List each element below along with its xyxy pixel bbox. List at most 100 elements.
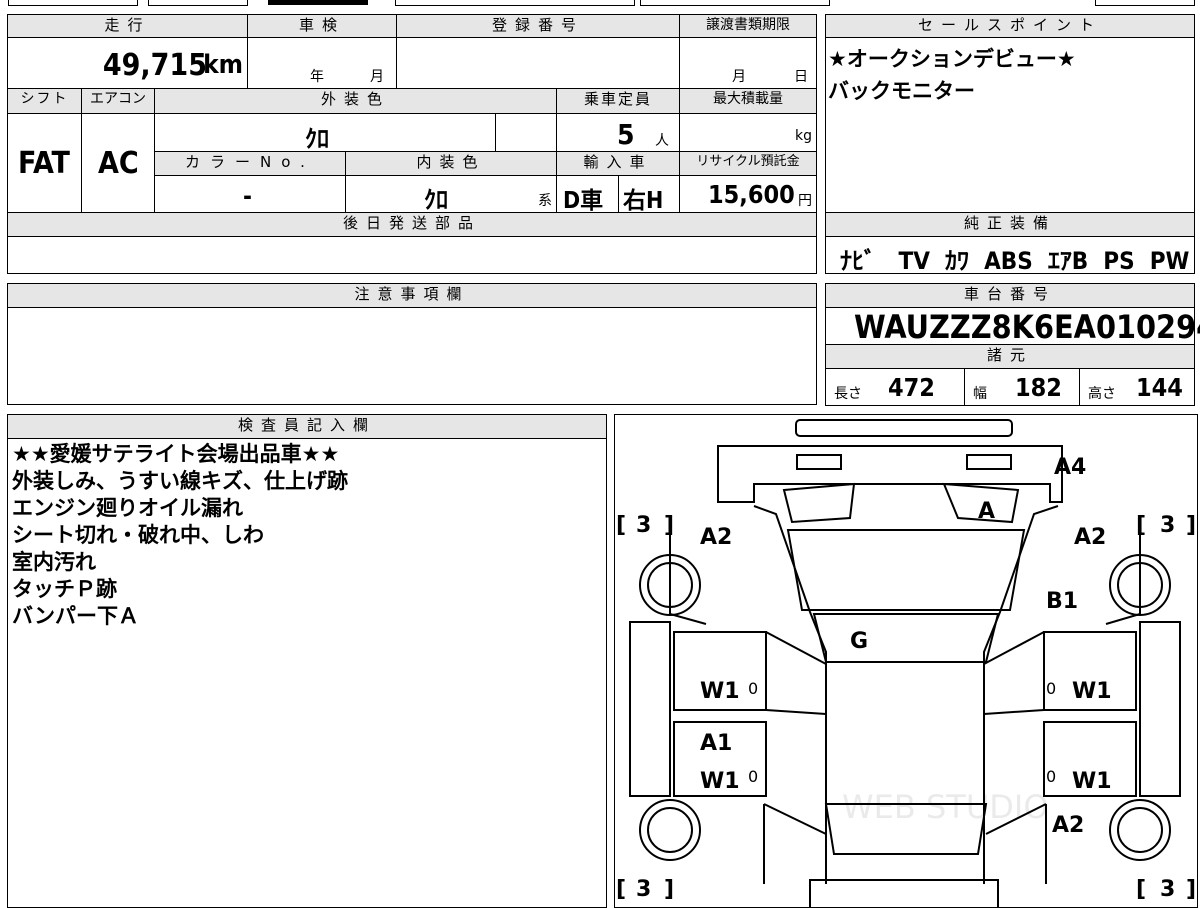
sales-points-panel: ★オークションデビュー★ バックモニター: [825, 37, 1195, 213]
capacity-value: 5: [617, 118, 635, 151]
registration-header: 登録番号: [396, 14, 680, 38]
interior-color-cell: ｸﾛ 系: [345, 175, 557, 214]
exterior-color-sub-cell: [495, 113, 557, 152]
svg-text:[: [: [616, 877, 626, 902]
mark-w1-left-rear: W1: [700, 769, 740, 794]
spec-height-value: 144: [1136, 373, 1183, 402]
car-diagram: [ 3 ] [ 3 ] [ 3 ] [ 3 ] A4 A A2 A2 B1 G …: [616, 418, 1196, 908]
deadline-day-unit: 日: [794, 69, 808, 85]
mark-a2-front-right: A2: [1074, 525, 1106, 550]
capacity-unit: 人: [655, 133, 669, 149]
max-load-header: 最大積載量: [679, 88, 817, 114]
shift-header: シフト: [7, 88, 82, 114]
import-header: 輸入車: [556, 151, 680, 176]
tire-tl-label: [: [616, 513, 626, 538]
inspector-note: タッチＰ跡: [12, 577, 117, 601]
later-parts-cell: [7, 236, 817, 274]
aircon-value: AC: [98, 146, 139, 181]
mileage-unit: km: [203, 50, 243, 80]
svg-text:]: ]: [1186, 877, 1196, 902]
inspector-notes-panel: ★★愛媛サテライト会場出品車★★ 外装しみ、うすい線キズ、仕上げ跡 エンジン廻り…: [7, 438, 607, 908]
equipment-item: ｶﾜ: [945, 247, 970, 275]
svg-text:]: ]: [1186, 513, 1196, 538]
tire-br-value: 3: [1160, 877, 1175, 902]
aircon-cell: AC: [81, 113, 155, 213]
equipment-item: TV: [898, 247, 930, 275]
inspection-month-unit: 月: [370, 69, 384, 85]
recycle-header: リサイクル預託金: [679, 151, 817, 176]
import-value-1: D車: [563, 188, 604, 214]
import-cell-2: 右H: [618, 175, 680, 214]
spec-length-cell: 長さ 472: [825, 368, 965, 406]
svg-text:[: [: [1136, 513, 1146, 538]
deadline-month-unit: 月: [732, 69, 746, 85]
chassis-header: 車台番号: [825, 283, 1195, 308]
chassis-number: WAUZZZ8K6EA010294: [854, 308, 1200, 346]
transfer-deadline-cell: 月 日: [679, 37, 817, 89]
interior-color-unit: 系: [538, 193, 552, 209]
inspector-note: 室内汚れ: [12, 550, 96, 574]
zero-mark: 0: [748, 767, 758, 786]
import-cell-1: D車: [556, 175, 619, 214]
import-value-2: 右H: [623, 188, 664, 214]
zero-mark: 0: [1046, 679, 1056, 698]
shift-value: FAT: [18, 146, 70, 181]
sales-point-line: バックモニター: [828, 79, 975, 103]
svg-text:]: ]: [664, 513, 674, 538]
color-no-header: カラーNo.: [154, 151, 346, 176]
later-parts-header: 後日発送部品: [7, 212, 817, 237]
watermark: WEB STUDIO: [842, 788, 1049, 826]
mileage-header: 走行: [7, 14, 248, 38]
spec-width-cell: 幅 182: [964, 368, 1080, 406]
inspector-note: バンパー下Ａ: [12, 604, 140, 628]
specs-header: 諸元: [825, 344, 1195, 369]
registration-cell: [396, 37, 680, 89]
recycle-cell: 15,600 円: [679, 175, 817, 213]
caution-header: 注意事項欄: [7, 283, 817, 308]
inspector-note: エンジン廻りオイル漏れ: [12, 496, 243, 520]
shift-cell: FAT: [7, 113, 82, 213]
inspector-note: 外装しみ、うすい線キズ、仕上げ跡: [12, 469, 348, 493]
recycle-unit: 円: [798, 193, 812, 209]
svg-text:[: [: [1136, 877, 1146, 902]
max-load-cell: kg: [679, 113, 817, 152]
equipment-item: PW: [1149, 247, 1190, 275]
mark-a: A: [978, 499, 995, 524]
sales-point-line: ★オークションデビュー★: [828, 47, 1076, 71]
max-load-unit: kg: [795, 128, 812, 144]
equipment-item: ｴｱB: [1047, 247, 1089, 275]
aircon-header: エアコン: [81, 88, 155, 114]
spec-height-cell: 高さ 144: [1079, 368, 1195, 406]
inspector-note: シート切れ・破れ中、しわ: [12, 523, 264, 547]
svg-text:]: ]: [664, 877, 674, 902]
tire-tl-value: 3: [636, 513, 651, 538]
damage-diagram-panel: [ 3 ] [ 3 ] [ 3 ] [ 3 ] A4 A A2 A2 B1 G …: [614, 414, 1198, 908]
mark-a2-rear-right: A2: [1052, 813, 1084, 838]
exterior-color-value: ｸﾛ: [305, 125, 329, 153]
spec-width-value: 182: [1015, 373, 1062, 402]
color-no-value: -: [243, 182, 252, 210]
equipment-header: 純正装備: [825, 212, 1195, 237]
mark-b1: B1: [1046, 589, 1078, 614]
exterior-color-cell: ｸﾛ: [154, 113, 496, 153]
inspection-year-unit: 年: [310, 69, 324, 85]
zero-mark: 0: [748, 679, 758, 698]
inspector-note: ★★愛媛サテライト会場出品車★★: [12, 442, 340, 466]
tire-bl-value: 3: [636, 877, 651, 902]
mark-w1-right-rear: W1: [1072, 769, 1112, 794]
inspection-cell: 年 月: [247, 37, 397, 89]
color-no-cell: -: [154, 175, 346, 213]
mileage-cell: 49,715 km: [7, 37, 248, 89]
mark-a2-front-left: A2: [700, 525, 732, 550]
equipment-item: PS: [1103, 247, 1135, 275]
transfer-deadline-header: 譲渡書類期限: [679, 14, 817, 38]
tire-tr-value: 3: [1160, 513, 1175, 538]
caution-cell: [7, 307, 817, 405]
mark-a4: A4: [1054, 455, 1086, 480]
mark-g: G: [850, 629, 868, 654]
recycle-value: 15,600: [708, 180, 795, 209]
spec-length-value: 472: [888, 373, 935, 402]
chassis-cell: WAUZZZ8K6EA010294: [825, 307, 1200, 346]
capacity-cell: 5 人: [556, 113, 680, 152]
top-strip: [0, 0, 1200, 8]
